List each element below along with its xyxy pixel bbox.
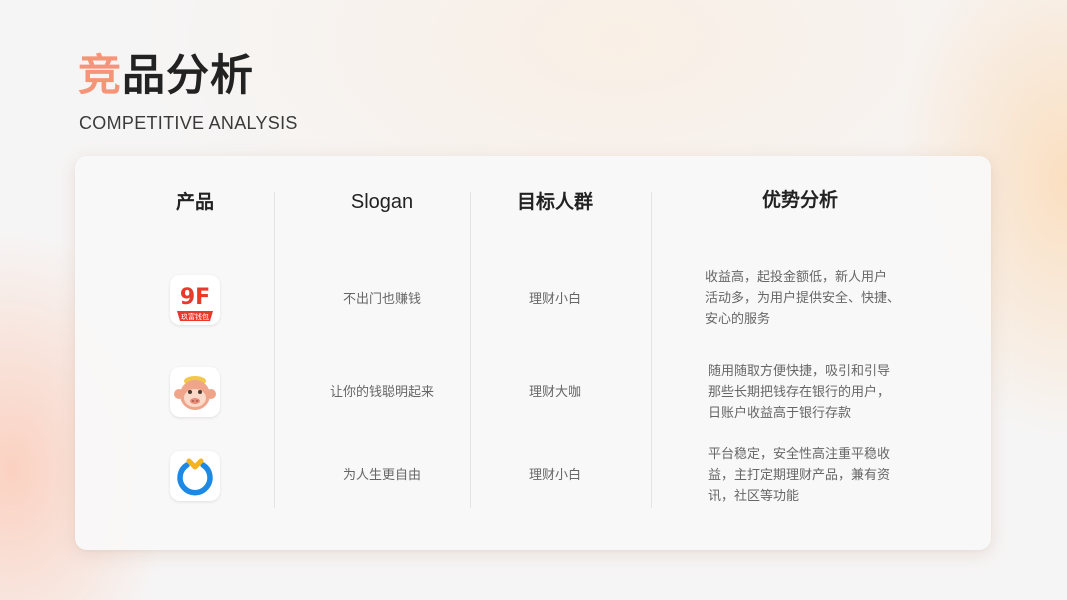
- advantage-line: 收益高，起投金额低，新人用户: [705, 270, 888, 285]
- page-title: 竞品分析: [78, 50, 254, 102]
- monkey-face-logo-icon: [170, 367, 220, 417]
- comparison-card: 产品 Slogan 目标人群 优势分析 9F 玖富钱包 不出门也赚钱 理财小白 …: [75, 156, 991, 550]
- title-accent: 竞: [78, 51, 122, 101]
- advantage-line: 随用随取方便快捷，吸引和引导: [708, 364, 891, 379]
- column-divider: [274, 192, 275, 508]
- advantage-line: 益，主打定期理财产品，兼有资: [708, 468, 891, 483]
- row-2-target: 理财大咖: [528, 385, 581, 400]
- advantage-line: 平台稳定，安全性高注重平稳收: [708, 447, 891, 462]
- row-1-advantage: 收益高，起投金额低，新人用户 活动多，为用户提供安全、快捷、 安心的服务: [705, 267, 900, 330]
- row-3-advantage: 平台稳定，安全性高注重平稳收 益，主打定期理财产品，兼有资 讯，社区等功能: [708, 444, 890, 507]
- advantage-line: 活动多，为用户提供安全、快捷、: [705, 291, 901, 306]
- row-3-target: 理财小白: [528, 468, 581, 483]
- header-advantage: 优势分析: [761, 189, 838, 211]
- row-1-slogan: 不出门也赚钱: [342, 292, 421, 307]
- header-slogan: Slogan: [350, 191, 414, 213]
- advantage-line: 那些长期把钱存在银行的用户，: [708, 385, 891, 400]
- advantage-line: 讯，社区等功能: [708, 489, 800, 504]
- svg-text:9F: 9F: [180, 285, 210, 310]
- row-1-target: 理财小白: [528, 292, 581, 307]
- header-target: 目标人群: [516, 191, 593, 213]
- header-product: 产品: [175, 191, 214, 213]
- page-subtitle: COMPETITIVE ANALYSIS: [79, 113, 298, 133]
- row-2-slogan: 让你的钱聪明起来: [329, 385, 434, 400]
- title-rest: 品分析: [122, 51, 254, 101]
- column-divider: [651, 192, 652, 508]
- advantage-line: 安心的服务: [705, 312, 771, 327]
- row-2-advantage: 随用随取方便快捷，吸引和引导 那些长期把钱存在银行的用户， 日账户收益高于银行存…: [708, 361, 890, 424]
- row-3-slogan: 为人生更自由: [342, 468, 421, 483]
- jiufu-logo-text: 玖富钱包: [181, 312, 209, 321]
- advantage-line: 日账户收益高于银行存款: [708, 406, 852, 421]
- jiufu-wallet-logo-icon: 9F 玖富钱包: [170, 275, 220, 325]
- blue-ring-logo-icon: [170, 451, 220, 501]
- column-divider: [470, 192, 471, 508]
